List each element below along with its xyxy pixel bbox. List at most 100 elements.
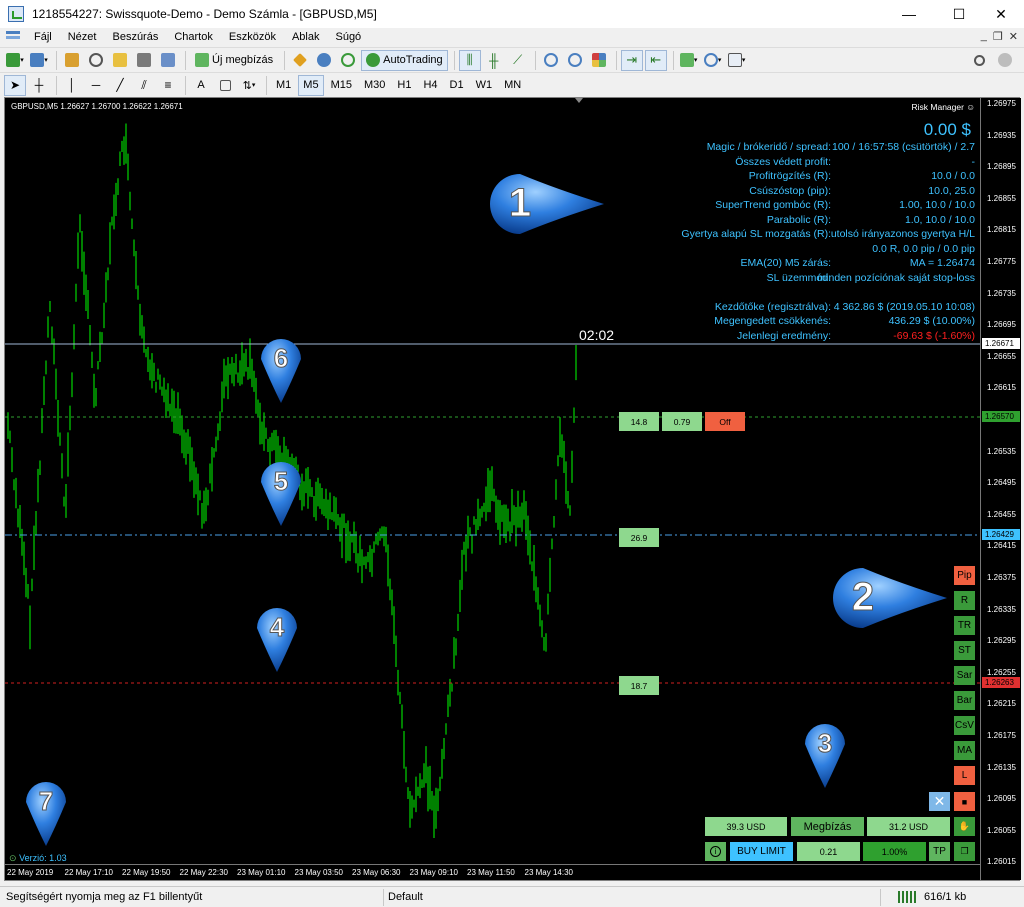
status-bar: Segítségért nyomja meg az F1 billentyűt … — [0, 886, 1024, 907]
time-tick: 22 May 17:10 — [64, 868, 113, 877]
arrows-icon[interactable]: ⇅ ▾ — [238, 75, 260, 96]
chat-icon[interactable] — [994, 50, 1016, 71]
drag-hand-icon[interactable]: ✋ — [954, 817, 975, 836]
menu-help[interactable]: Súgó — [327, 31, 369, 43]
chart-shift-marker[interactable] — [575, 98, 583, 103]
market-watch-icon[interactable] — [61, 50, 83, 71]
drawing-toolbar: ➤ ┼ │ ─ ╱ ⫽ ≡ A ⇅ ▾ M1 M5 M15 M30 H1 H4 D… — [0, 72, 1024, 97]
label-tool-icon[interactable] — [214, 75, 236, 96]
new-chart-icon[interactable]: ▾ — [4, 50, 26, 71]
time-tick: 23 May 06:30 — [352, 868, 401, 877]
tf-m1[interactable]: M1 — [271, 75, 296, 96]
pip-mode-button[interactable]: Pip — [954, 566, 975, 585]
buy-value-button[interactable]: 31.2 USD — [867, 817, 950, 836]
line-chart-icon[interactable]: ⟋ — [507, 50, 529, 71]
traffic-text: 616/1 kb — [924, 891, 967, 903]
channel-icon[interactable]: ⫽ — [133, 75, 155, 96]
mdi-restore-icon[interactable]: ❐ — [993, 30, 1003, 43]
menu-tools[interactable]: Eszközök — [221, 31, 284, 43]
tp-button[interactable]: TP — [929, 842, 950, 861]
menu-insert[interactable]: Beszúrás — [104, 31, 166, 43]
stop-icon[interactable]: ■ — [954, 792, 975, 811]
sell-value-button[interactable]: 39.3 USD — [705, 817, 787, 836]
horizontal-line-icon[interactable]: ─ — [85, 75, 107, 96]
r-mode-button[interactable]: R — [954, 591, 975, 610]
callout-number: 4 — [270, 612, 285, 642]
maximize-button[interactable]: ☐ — [936, 0, 982, 28]
bar-chart-icon[interactable]: ⫼ — [458, 49, 481, 71]
parabolic-sar-button[interactable]: Sar — [954, 666, 975, 685]
new-order-button[interactable]: Új megbízás — [190, 50, 278, 71]
mdi-close-icon[interactable]: ✕ — [1009, 30, 1018, 43]
signals-icon[interactable] — [313, 50, 335, 71]
autotrading-button[interactable]: AutoTrading — [361, 49, 448, 71]
crosshair-nav-icon[interactable] — [85, 50, 107, 71]
zoom-in-icon[interactable] — [540, 50, 562, 71]
menu-file[interactable]: Fájl — [26, 31, 60, 43]
cursor-icon[interactable]: ➤ — [4, 74, 26, 96]
navigator-icon[interactable] — [109, 50, 131, 71]
candle-sl-button[interactable]: CsV — [954, 716, 975, 735]
periods-icon[interactable]: ▾ — [702, 50, 724, 71]
window-icon[interactable]: ❐ — [954, 842, 975, 861]
text-tool-icon[interactable]: A — [190, 75, 212, 96]
order-type-button[interactable]: BUY LIMIT — [730, 842, 793, 861]
tf-m5[interactable]: M5 — [298, 74, 324, 96]
bar-sl-button[interactable]: Bar — [954, 691, 975, 710]
info-icon[interactable]: i — [705, 842, 726, 861]
candlestick-icon[interactable]: ╫ — [483, 50, 505, 71]
price-tick: 1.26695 — [987, 320, 1016, 330]
vps-icon[interactable] — [337, 50, 359, 71]
crosshair-icon[interactable]: ┼ — [28, 75, 50, 96]
entry-pips-button[interactable]: 26.9 — [619, 528, 659, 547]
limit-button[interactable]: L — [954, 766, 975, 785]
tf-mn[interactable]: MN — [499, 75, 526, 96]
auto-scroll-icon[interactable]: ⇥ — [620, 49, 643, 71]
tester-icon[interactable] — [157, 50, 179, 71]
profiles-icon[interactable]: ▾ — [28, 50, 50, 71]
indicators-icon[interactable]: ▾ — [678, 50, 700, 71]
trailing-button[interactable]: TR — [954, 616, 975, 635]
mdi-minimize-icon[interactable]: _ — [981, 30, 987, 43]
time-tick: 22 May 22:30 — [179, 868, 228, 877]
minimize-button[interactable]: — — [886, 0, 932, 28]
fibonacci-icon[interactable]: ≡ — [157, 75, 179, 96]
info-value: utolsó irányazonos gyertya H/L — [830, 228, 975, 240]
menu-window[interactable]: Ablak — [284, 31, 328, 43]
price-chart[interactable]: 1 2 3 4 5 6 7 — [5, 98, 980, 864]
lots-input[interactable]: 0.21 — [797, 842, 860, 861]
menu-charts[interactable]: Chartok — [166, 31, 221, 43]
terminal-icon[interactable] — [133, 50, 155, 71]
tp-off-button[interactable]: Off — [705, 412, 745, 431]
supertrend-button[interactable]: ST — [954, 641, 975, 660]
risk-input[interactable]: 1.00% — [863, 842, 926, 861]
info-value: 4 362.86 $ (2019.05.10 10:08) — [833, 300, 975, 313]
info-value: 1.0, 10.0 / 10.0 — [904, 213, 975, 226]
metaeditor-icon[interactable] — [289, 50, 311, 71]
price-axis[interactable]: 1.26975 1.26935 1.26895 1.26855 1.26815 1.267… — [980, 98, 1021, 880]
close-panel-icon[interactable]: ✕ — [929, 792, 950, 811]
search-icon[interactable] — [968, 50, 990, 71]
price-tick: 1.26735 — [987, 288, 1016, 298]
chart-window[interactable]: 1 2 3 4 5 6 7 GBPUSD,M5 1.26627 1.26700 1.2662… — [4, 97, 1021, 881]
tile-windows-icon[interactable] — [588, 50, 610, 71]
sl-pips-button[interactable]: 18.7 — [619, 676, 659, 695]
close-button[interactable]: ✕ — [978, 0, 1024, 28]
menu-view[interactable]: Nézet — [60, 31, 105, 43]
trendline-icon[interactable]: ╱ — [109, 75, 131, 96]
templates-icon[interactable]: ▾ — [726, 50, 748, 71]
tp-r-button[interactable]: 0.79 — [662, 412, 702, 431]
tf-h4[interactable]: H4 — [418, 75, 442, 96]
candle-countdown: 02:02 — [579, 327, 615, 343]
tf-m15[interactable]: M15 — [326, 75, 357, 96]
chart-shift-icon[interactable]: ⇤ — [644, 49, 667, 71]
tf-m30[interactable]: M30 — [359, 75, 390, 96]
tp-pips-button[interactable]: 14.8 — [619, 412, 659, 431]
tf-d1[interactable]: D1 — [445, 75, 469, 96]
tf-h1[interactable]: H1 — [392, 75, 416, 96]
tf-w1[interactable]: W1 — [471, 75, 498, 96]
zoom-out-icon[interactable] — [564, 50, 586, 71]
ma-sl-button[interactable]: MA — [954, 741, 975, 760]
chart-menu-icon[interactable] — [6, 31, 20, 43]
vertical-line-icon[interactable]: │ — [61, 75, 83, 96]
